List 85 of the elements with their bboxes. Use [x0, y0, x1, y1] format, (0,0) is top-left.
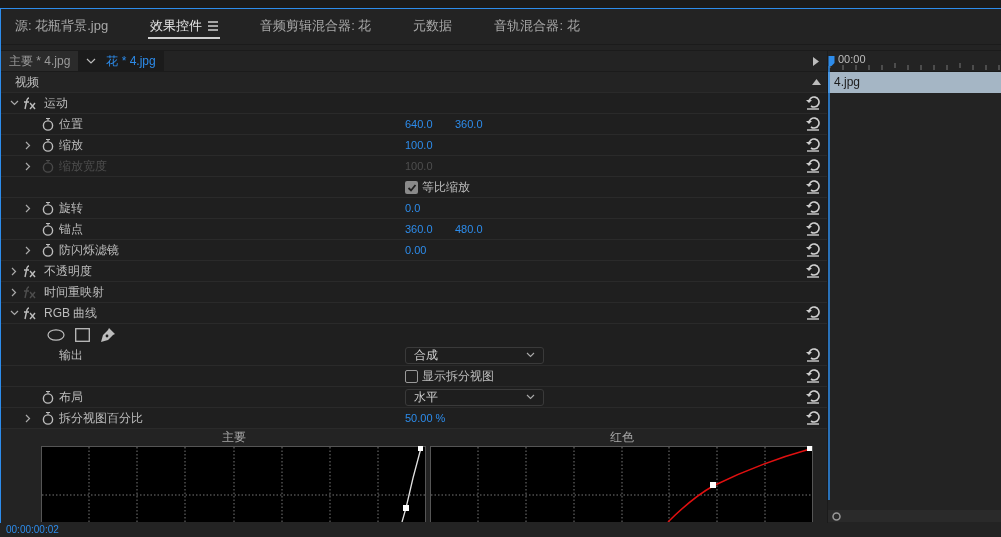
property-label: 缩放 [59, 137, 83, 154]
chevron-right-icon[interactable] [25, 413, 31, 423]
rectangle-tool-icon[interactable] [75, 327, 90, 342]
stopwatch-icon[interactable] [42, 201, 53, 215]
menu-icon[interactable] [208, 20, 219, 31]
chevron-down-icon[interactable] [9, 100, 19, 106]
clip-tab[interactable]: 花 * 4.jpg [78, 51, 164, 71]
scroll-bar[interactable] [828, 510, 1001, 522]
scroll-up-icon[interactable] [812, 79, 821, 85]
dropdown[interactable]: 水平 [405, 388, 544, 406]
play-icon[interactable] [813, 56, 819, 66]
property-label: 输出 [59, 347, 83, 364]
property-value[interactable]: 100.0 [405, 136, 455, 154]
panel-tab[interactable]: 音频剪辑混合器: 花 [258, 14, 374, 39]
property-label: 防闪烁滤镜 [59, 242, 119, 259]
reset-icon[interactable] [806, 222, 820, 236]
curve-graph[interactable] [430, 446, 813, 522]
property-value[interactable]: 0.0 [405, 199, 455, 217]
chevron-down-icon[interactable] [9, 310, 19, 316]
clip-bar[interactable]: 4.jpg [828, 72, 1001, 93]
reset-icon[interactable] [806, 369, 820, 383]
check-icon [406, 182, 417, 192]
playhead[interactable] [828, 56, 835, 500]
property-value[interactable]: 480.0 [455, 220, 505, 238]
curve-line[interactable] [401, 446, 423, 522]
graph-title: 红色 [608, 429, 635, 446]
chevron-right-icon[interactable] [11, 266, 17, 276]
property-label: 位置 [59, 116, 83, 133]
stopwatch-icon[interactable] [42, 243, 53, 257]
panel-tab[interactable]: 源: 花瓶背景.jpg [13, 14, 111, 39]
chevron-right-icon[interactable] [25, 140, 31, 150]
effect-name[interactable]: 运动 [44, 94, 68, 112]
chevron-down-icon [526, 352, 535, 358]
fx-icon[interactable] [23, 264, 36, 278]
reset-icon[interactable] [806, 306, 820, 320]
property-value[interactable]: 360.0 [405, 220, 455, 238]
reset-icon[interactable] [806, 243, 820, 257]
chevron-down-icon[interactable] [86, 58, 97, 64]
property-label: 布局 [59, 389, 83, 406]
stopwatch-icon[interactable] [42, 411, 53, 425]
reset-icon[interactable] [806, 96, 820, 110]
checkbox-label: 显示拆分视图 [422, 368, 494, 385]
checkbox[interactable] [405, 180, 418, 194]
stopwatch-icon[interactable] [42, 117, 53, 131]
chevron-right-icon[interactable] [25, 203, 31, 213]
stopwatch-icon[interactable] [42, 138, 53, 152]
fx-icon[interactable] [23, 306, 36, 320]
property-label: 锚点 [59, 221, 83, 238]
clip-tab[interactable]: 主要 * 4.jpg [1, 51, 79, 71]
ellipse-tool-icon[interactable] [47, 328, 65, 341]
scroll-handle-icon[interactable] [832, 511, 841, 521]
pen-tool-icon[interactable] [100, 326, 116, 343]
reset-icon[interactable] [806, 264, 820, 278]
chevron-right-icon[interactable] [11, 287, 17, 297]
reset-icon[interactable] [806, 117, 820, 131]
graph-title: 主要 [220, 429, 247, 446]
dropdown[interactable]: 合成 [405, 346, 544, 364]
panel-tab[interactable]: 效果控件 [148, 14, 221, 39]
property-label: 拆分视图百分比 [59, 410, 143, 427]
property-value[interactable]: 640.0 [405, 115, 455, 133]
chevron-right-icon[interactable] [25, 245, 31, 255]
panel-tab[interactable]: 元数据 [411, 14, 455, 39]
checkbox-label: 等比缩放 [422, 179, 470, 196]
effect-name[interactable]: 时间重映射 [44, 283, 104, 301]
property-value[interactable]: 50.00 % [405, 409, 455, 427]
reset-icon[interactable] [806, 201, 820, 215]
time-ruler-label: 00:00 [838, 52, 866, 67]
reset-icon[interactable] [806, 138, 820, 152]
chevron-down-icon [526, 394, 535, 400]
section-label: 视频 [15, 74, 39, 91]
reset-icon[interactable] [806, 348, 820, 362]
property-value[interactable]: 360.0 [455, 115, 505, 133]
property-value[interactable]: 0.00 [405, 241, 455, 259]
reset-icon[interactable] [806, 411, 820, 425]
effect-name[interactable]: 不透明度 [44, 262, 92, 280]
property-label: 旋转 [59, 200, 83, 217]
reset-icon[interactable] [806, 390, 820, 404]
stopwatch-icon[interactable] [42, 390, 53, 404]
stopwatch-icon[interactable] [42, 222, 53, 236]
effect-name[interactable]: RGB 曲线 [44, 304, 98, 322]
checkbox[interactable] [405, 369, 418, 383]
panel-tab[interactable]: 音轨混合器: 花 [492, 14, 582, 39]
timecode: 00:00:00:02 [6, 525, 59, 535]
fx-icon[interactable] [23, 96, 36, 110]
reset-icon[interactable] [806, 180, 820, 194]
